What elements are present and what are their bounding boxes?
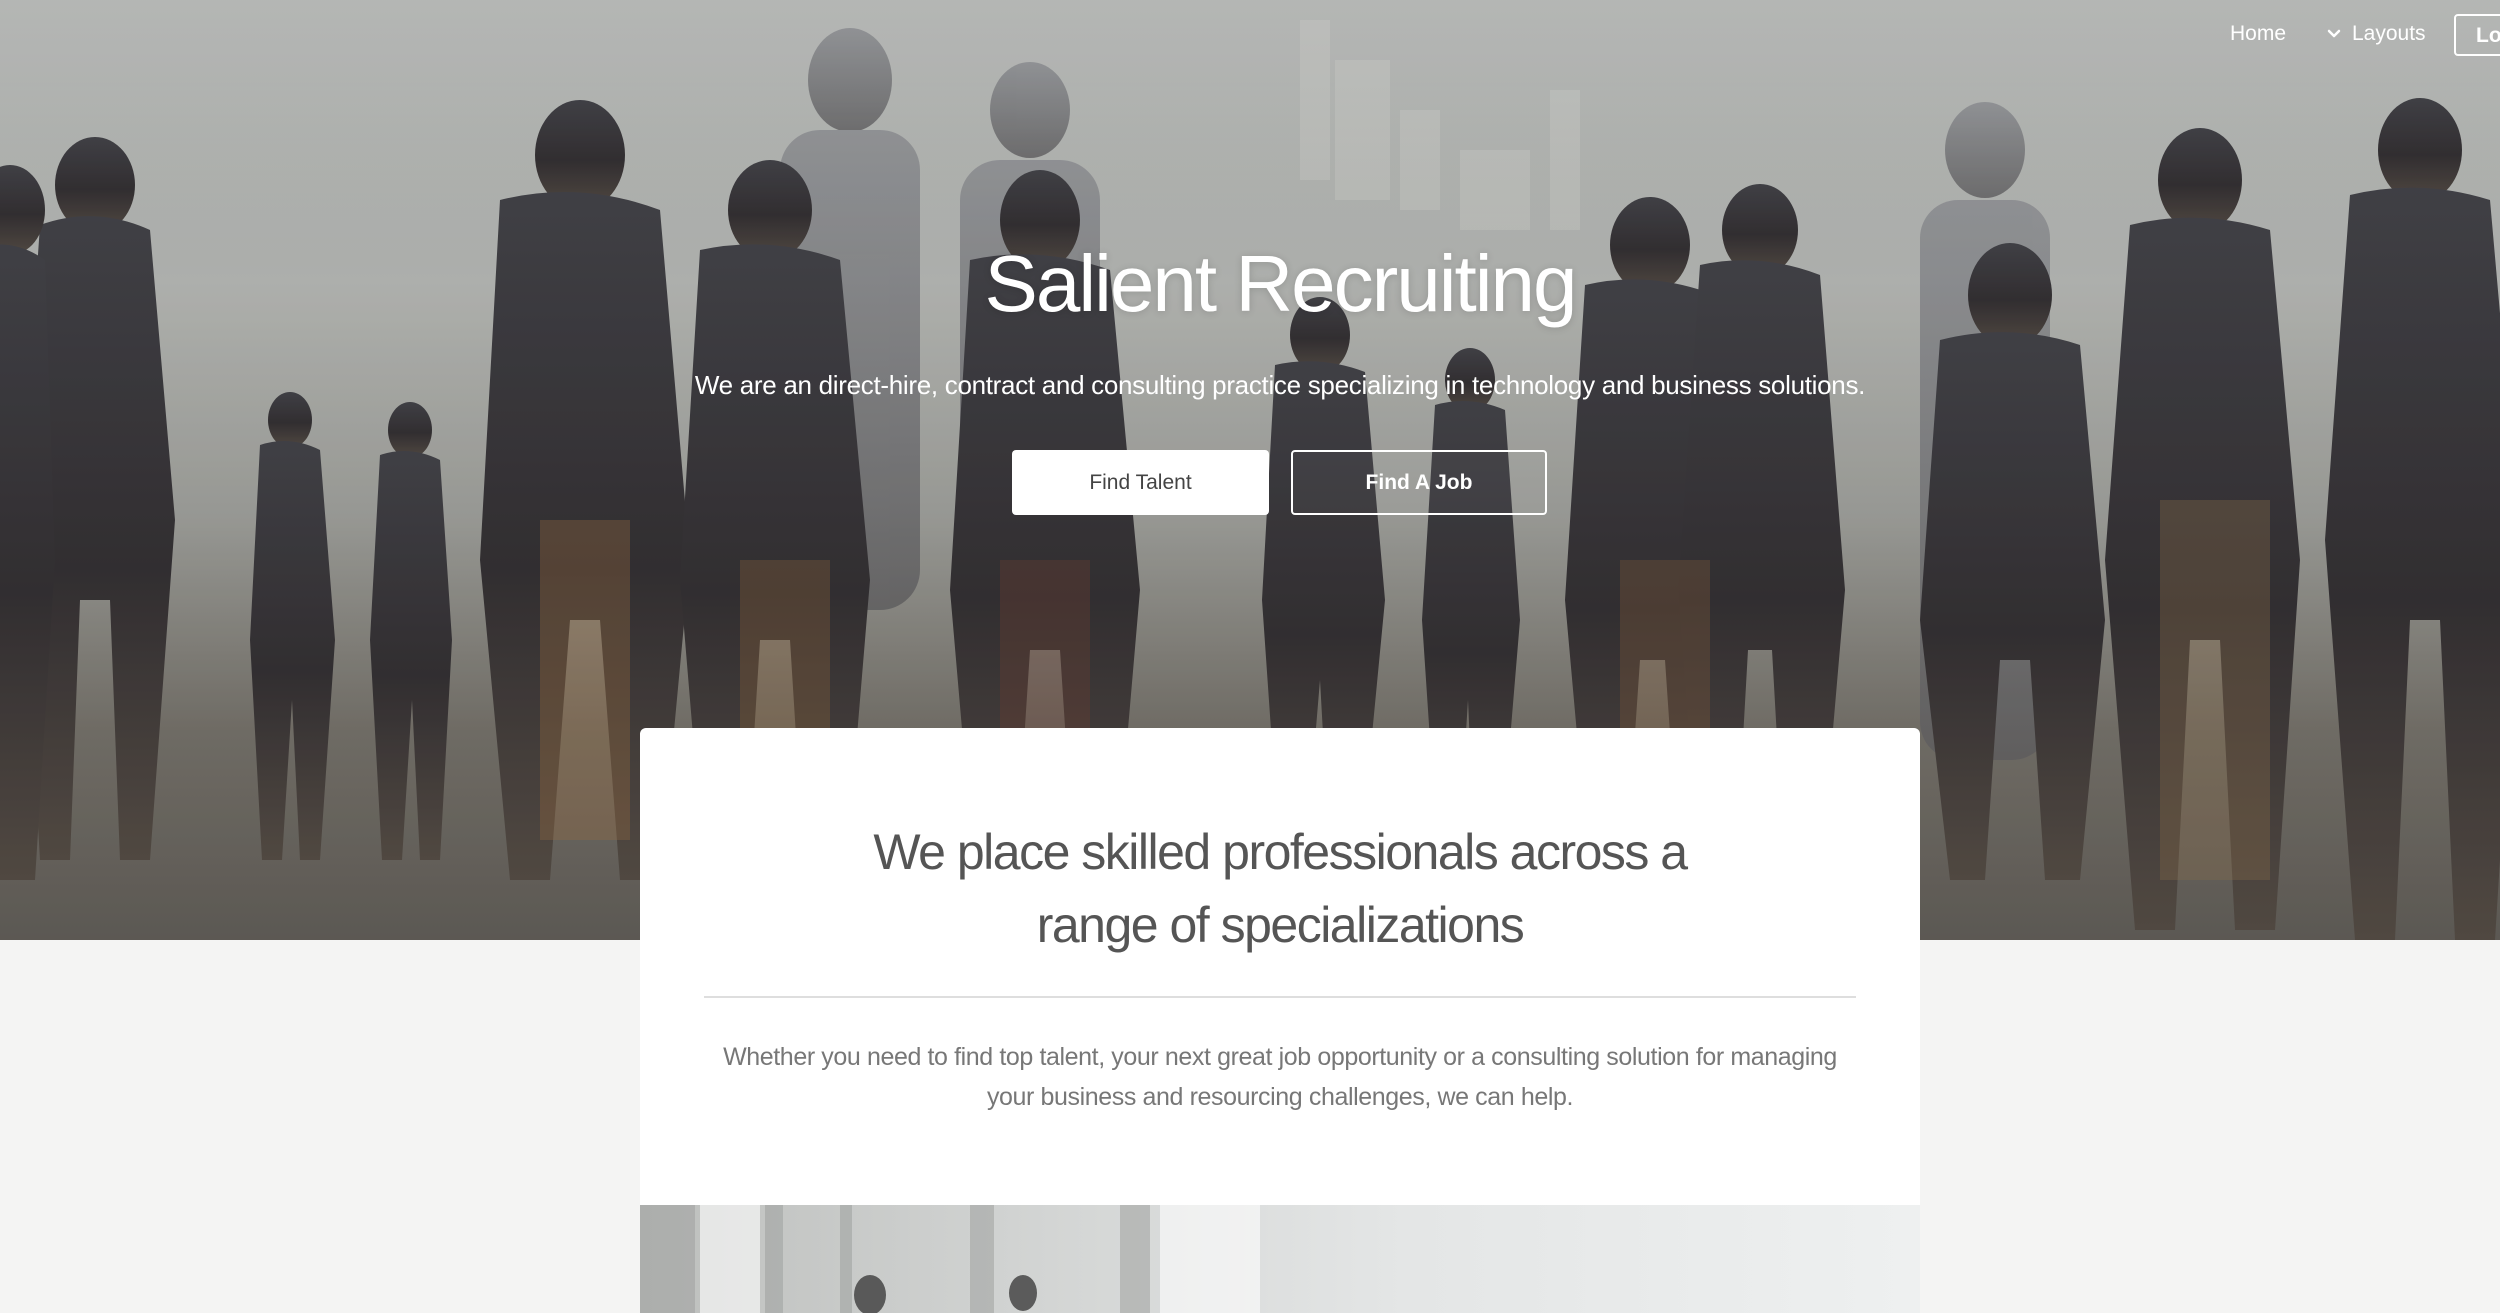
intro-heading-line-1: We place skilled professionals across a <box>873 824 1688 880</box>
intro-body-text: Whether you need to find top talent, you… <box>723 1043 1837 1111</box>
chevron-down-icon <box>2327 29 2341 38</box>
intro-heading-line-2: range of specializations <box>1036 897 1525 953</box>
nav-login-button[interactable]: Log <box>2454 14 2500 56</box>
intro-card: We place skilled professionals across a … <box>640 728 1920 1313</box>
find-talent-button[interactable]: Find Talent <box>1012 450 1269 515</box>
office-photo <box>640 1205 1920 1313</box>
nav-home-link[interactable]: Home <box>2230 22 2286 46</box>
hero-title: Salient Recruiting <box>984 239 1578 328</box>
nav-layouts-dropdown[interactable]: Layouts <box>2326 22 2426 46</box>
office-photo-art <box>640 1205 1260 1313</box>
nav-layouts-label: Layouts <box>2352 22 2426 45</box>
intro-divider <box>704 996 1856 998</box>
find-job-button[interactable]: Find A Job <box>1291 450 1547 515</box>
intro-heading: We place skilled professionals across a … <box>640 816 1920 962</box>
hero-subtitle: We are an direct-hire, contract and cons… <box>694 370 1866 400</box>
